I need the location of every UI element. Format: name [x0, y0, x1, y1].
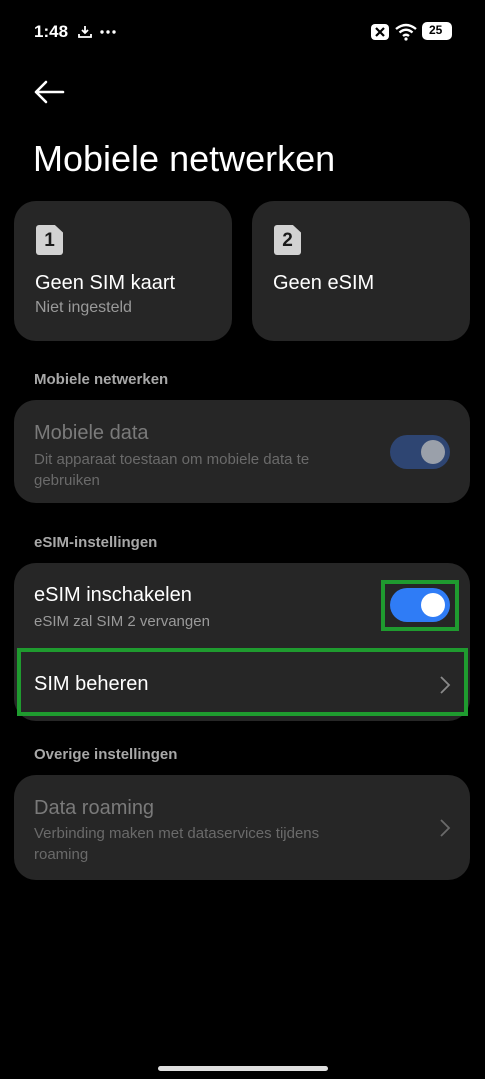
no-sim-icon [371, 24, 389, 40]
more-notifications-icon [100, 30, 116, 34]
mobile-data-toggle[interactable] [390, 435, 450, 469]
sim-card-2[interactable]: 2 Geen eSIM [252, 201, 470, 341]
esim-enable-toggle[interactable] [390, 588, 450, 622]
status-time: 1:48 [34, 22, 69, 41]
manage-sim-row[interactable]: SIM beheren [14, 651, 470, 721]
data-roaming-title: Data roaming [34, 797, 155, 819]
back-button[interactable] [30, 74, 70, 110]
sim-1-subtitle: Niet ingesteld [35, 299, 132, 316]
mobile-data-row[interactable]: Mobiele data Dit apparaat toestaan om mo… [14, 400, 470, 503]
sim-2-icon: 2 [274, 225, 301, 255]
wifi-icon [395, 23, 417, 41]
battery-level: 25 [429, 23, 443, 37]
esim-enable-subtitle: eSIM zal SIM 2 vervangen [34, 613, 210, 630]
esim-settings-card: eSIM inschakelen eSIM zal SIM 2 vervange… [14, 563, 470, 721]
toggle-knob [421, 440, 445, 464]
section-header-other-settings: Overige instellingen [34, 746, 178, 763]
chevron-right-icon [440, 819, 451, 837]
sim-2-title: Geen eSIM [273, 272, 375, 294]
sim-1-title: Geen SIM kaart [35, 272, 176, 294]
data-roaming-subtitle: Verbinding maken met dataservices tijden… [34, 825, 320, 863]
section-header-esim-settings: eSIM-instellingen [34, 534, 158, 551]
battery-icon: 25 [422, 22, 452, 40]
esim-enable-title: eSIM inschakelen [34, 584, 192, 606]
page-title: Mobiele netwerken [33, 138, 336, 179]
mobile-data-subtitle: Dit apparaat toestaan om mobiele data te… [34, 451, 310, 489]
status-bar: 1:48 25 [0, 0, 485, 62]
manage-sim-title: SIM beheren [34, 673, 149, 695]
mobile-data-title: Mobiele data [34, 422, 149, 444]
sim-card-1[interactable]: 1 Geen SIM kaart Niet ingesteld [14, 201, 232, 341]
toggle-knob [421, 593, 445, 617]
data-roaming-row[interactable]: Data roaming Verbinding maken met datase… [14, 775, 470, 880]
gesture-navigation-bar[interactable] [158, 1066, 328, 1071]
esim-enable-row[interactable]: eSIM inschakelen eSIM zal SIM 2 vervange… [14, 563, 470, 648]
back-arrow-icon [34, 80, 65, 104]
download-icon [78, 26, 92, 38]
chevron-right-icon [440, 676, 451, 694]
sim-1-icon: 1 [36, 225, 63, 255]
section-header-mobile-networks: Mobiele netwerken [34, 371, 169, 388]
